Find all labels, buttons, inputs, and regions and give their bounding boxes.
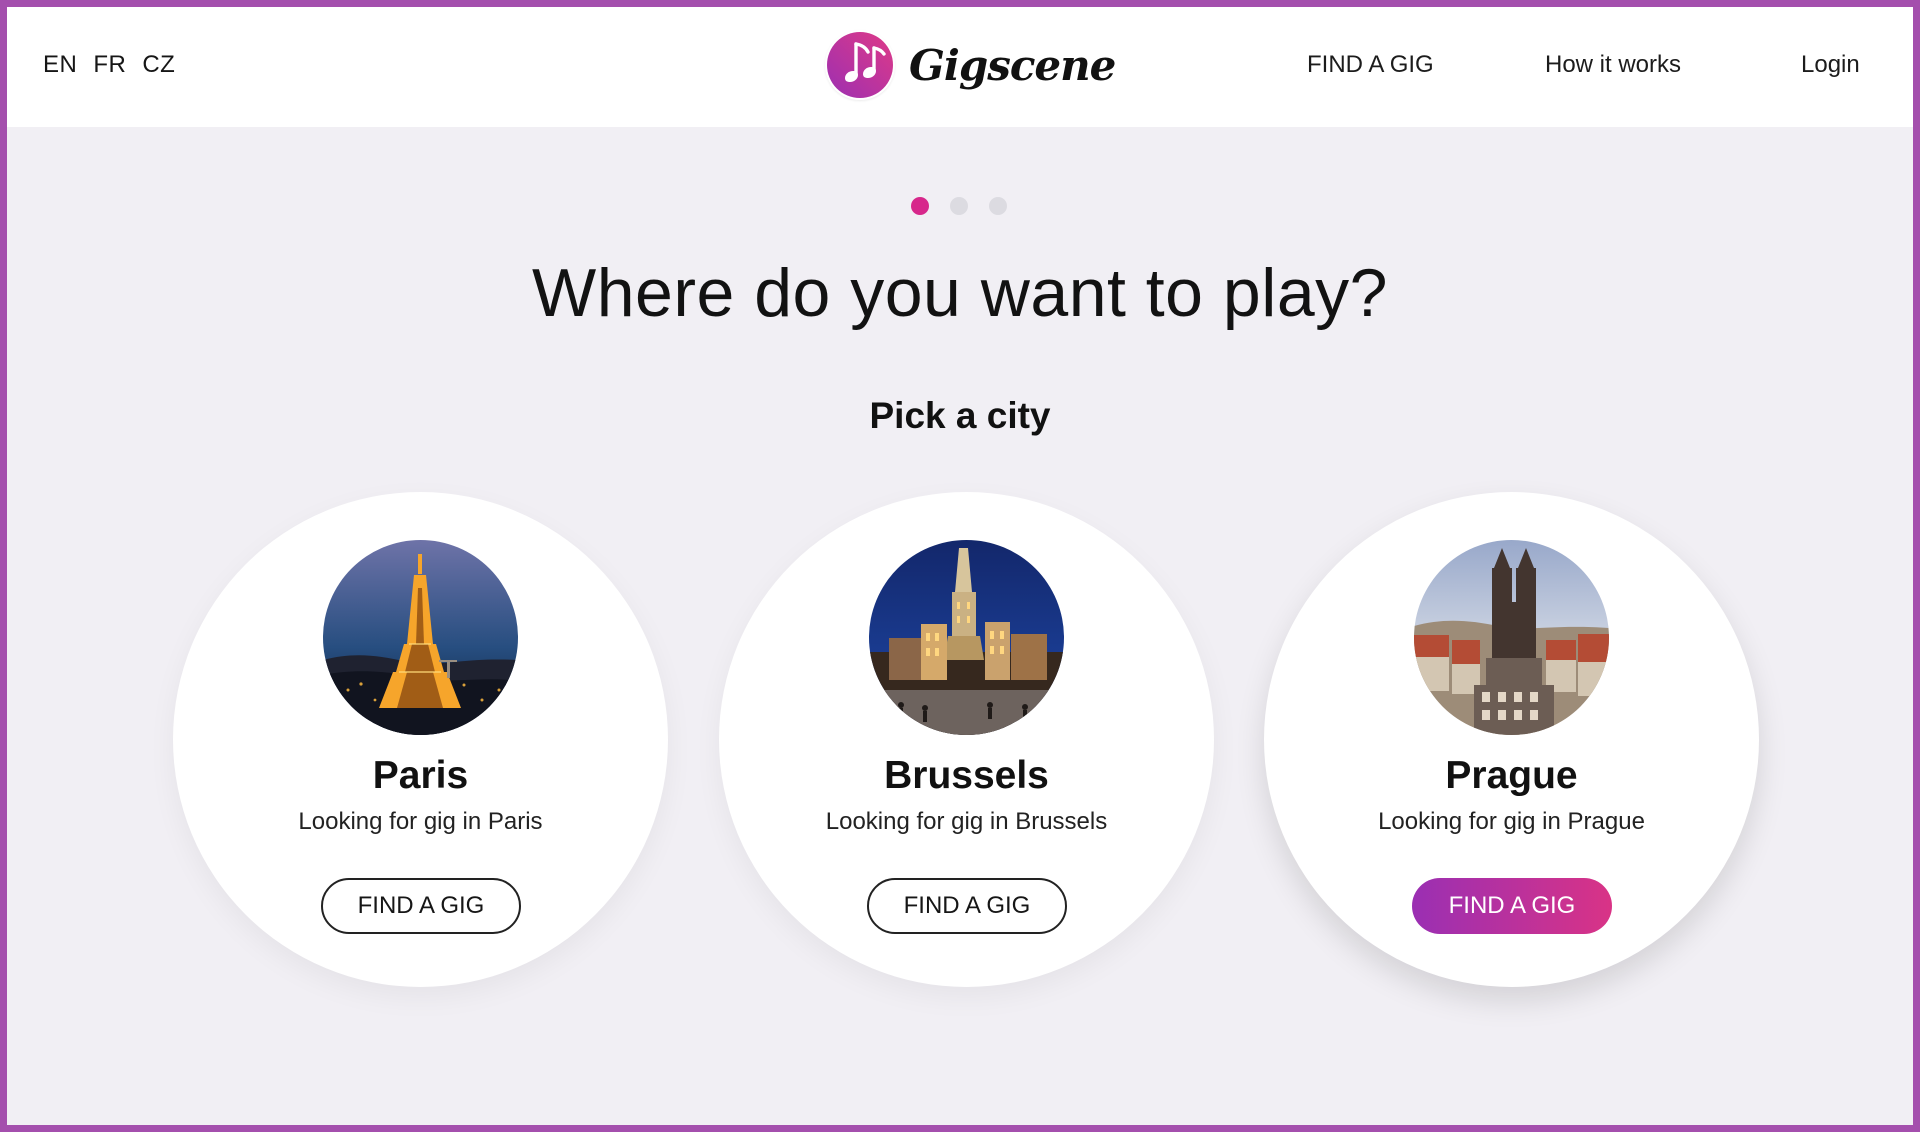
grand-place-icon [869,540,1064,735]
city-description-prague: Looking for gig in Prague [1378,808,1645,835]
find-a-gig-paris-button[interactable]: FIND A GIG [321,878,521,934]
find-a-gig-brussels-button[interactable]: FIND A GIG [867,878,1067,934]
city-card-prague: Prague Looking for gig in Prague FIND A … [1264,492,1759,987]
city-description-brussels: Looking for gig in Brussels [825,808,1108,835]
city-name-brussels: Brussels [884,754,1049,797]
city-name-prague: Prague [1445,754,1578,797]
city-description-paris: Looking for gig in Paris [298,808,543,835]
city-card-brussels: Brussels Looking for gig in Brussels FIN… [719,492,1214,987]
app-frame: EN FR CZ Gigscene FIND A GIG How it work… [0,0,1920,1132]
prague-towers-icon [1414,540,1609,735]
city-name-paris: Paris [372,754,469,797]
find-a-gig-prague-button[interactable]: FIND A GIG [1412,878,1612,934]
city-cards: Paris Looking for gig in Paris FIND A GI… [7,7,1913,1125]
eiffel-tower-icon [323,540,518,735]
city-card-paris: Paris Looking for gig in Paris FIND A GI… [173,492,668,987]
